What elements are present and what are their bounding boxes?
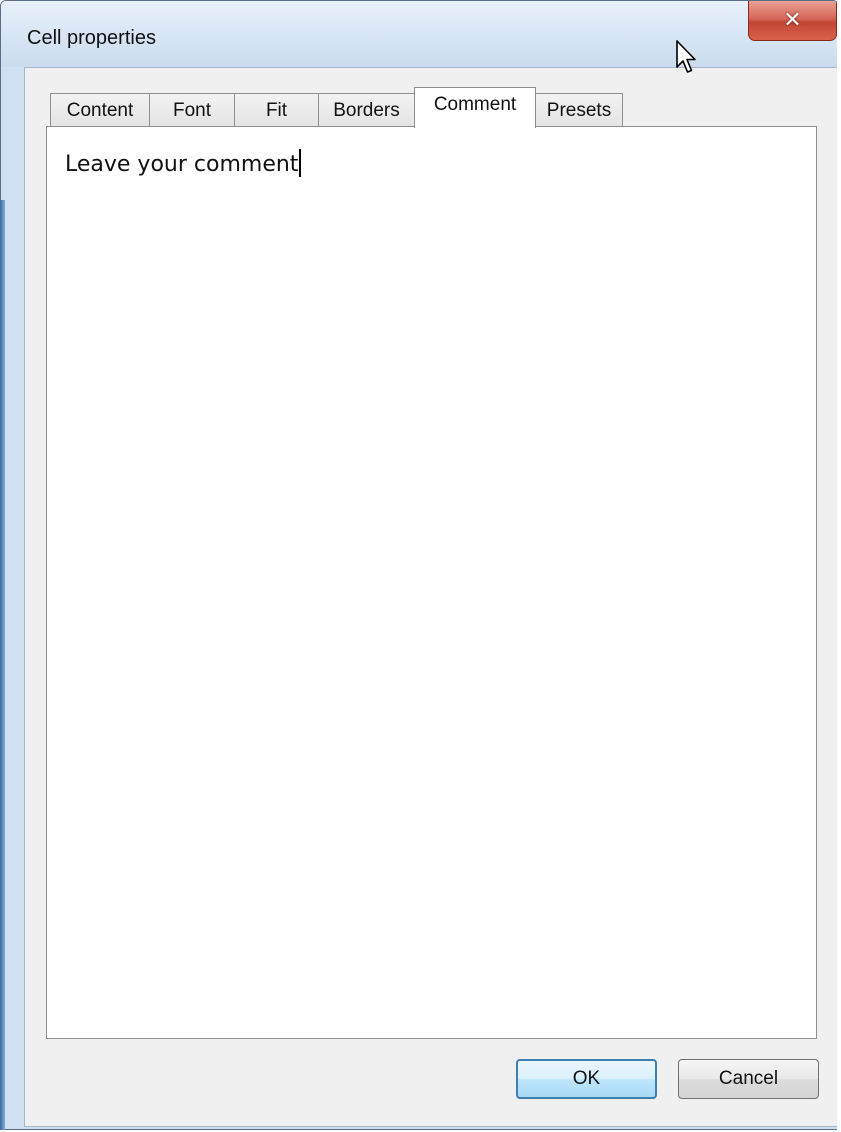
tab-borders[interactable]: Borders [318,93,415,127]
comment-textarea[interactable]: Leave your comment [65,149,806,1028]
tab-label: Content [66,99,134,121]
mouse-pointer-icon [676,40,698,81]
comment-tab-panel: Leave your comment [46,126,817,1039]
tab-content[interactable]: Content [50,93,150,127]
tab-label: Fit [265,99,288,121]
tab-font[interactable]: Font [149,93,235,127]
ok-button[interactable]: OK [516,1059,657,1099]
tab-label: Borders [333,99,400,121]
close-button[interactable]: ✕ [748,1,837,41]
cancel-button-label: Cancel [718,1068,779,1089]
tab-fit[interactable]: Fit [234,93,319,127]
ok-button-label: OK [572,1068,601,1089]
background-window-edge [0,200,5,1130]
screen-edge [837,0,841,1132]
tab-comment[interactable]: Comment [414,87,536,128]
cancel-button[interactable]: Cancel [678,1059,819,1099]
close-icon: ✕ [783,7,802,33]
window-title: Cell properties [27,27,156,49]
comment-text: Leave your comment [65,152,299,177]
tab-label: Comment [433,94,517,115]
title-bar[interactable]: Cell properties ✕ [1,1,838,67]
tab-presets[interactable]: Presets [535,93,623,127]
tab-label: Presets [546,99,612,121]
text-caret [299,149,302,177]
tab-label: Font [172,99,212,121]
